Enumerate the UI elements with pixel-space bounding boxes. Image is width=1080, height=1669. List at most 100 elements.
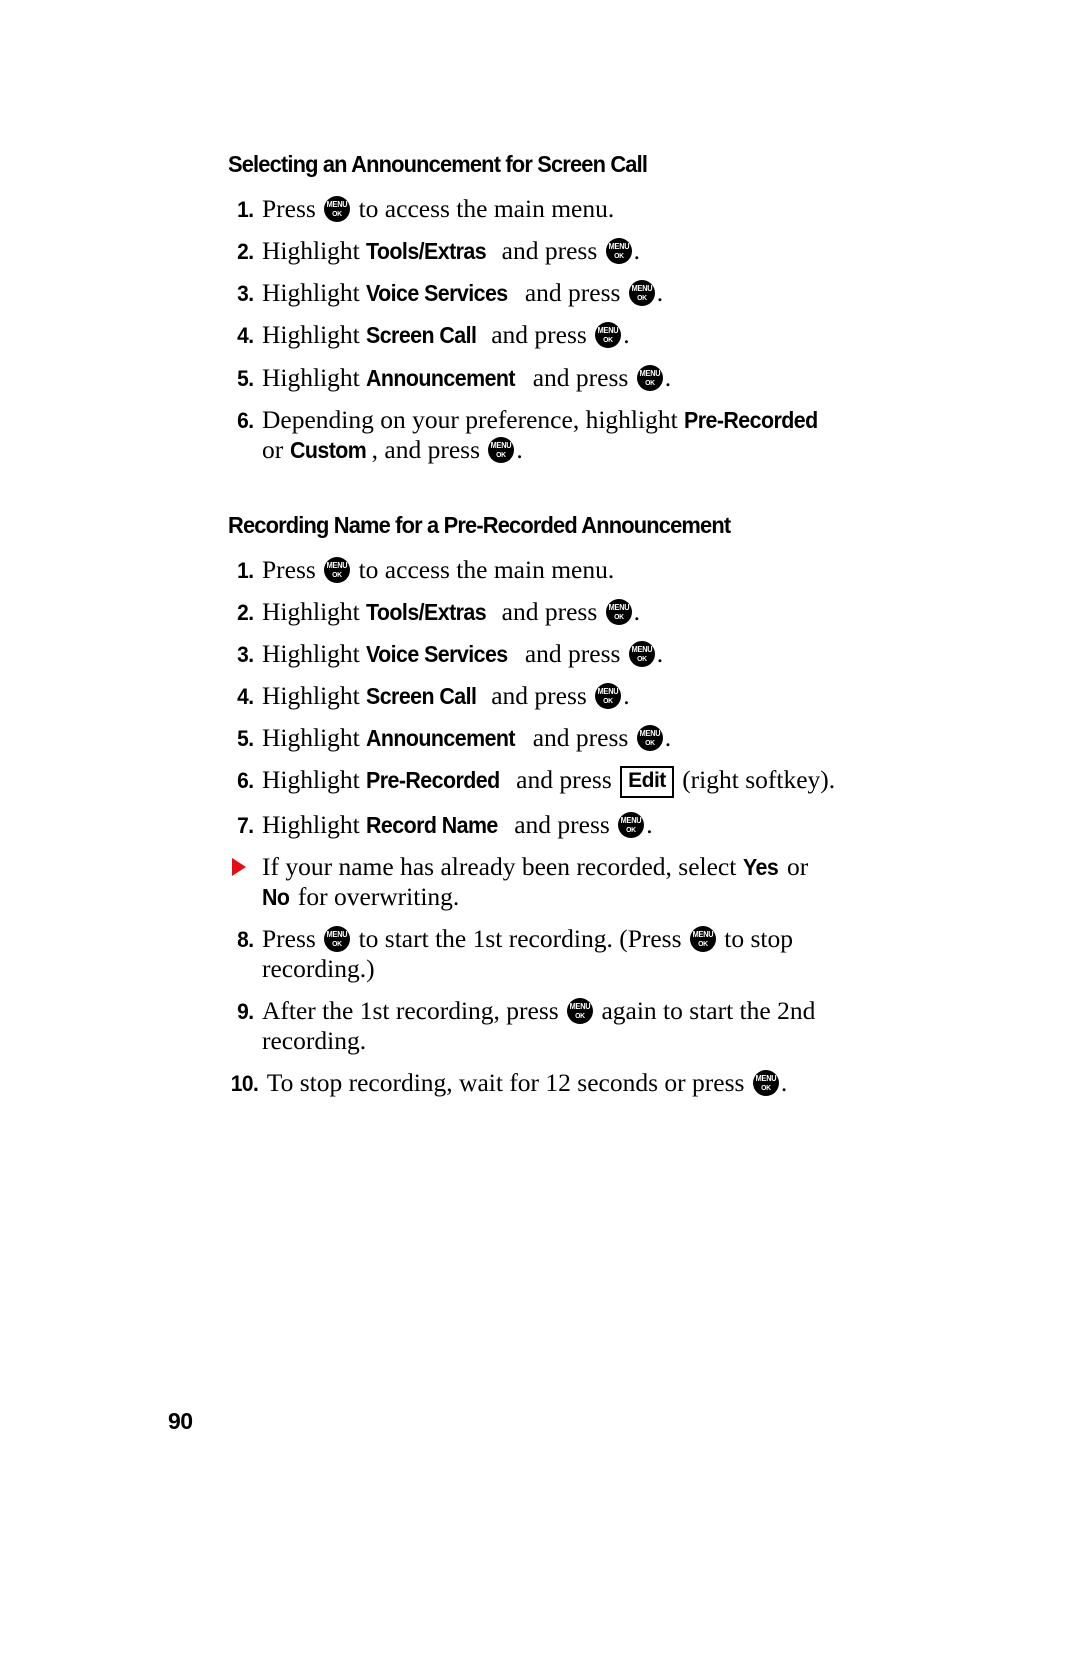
- step-text: .: [656, 278, 664, 308]
- menu-ok-key-label-top: MENU: [631, 284, 653, 294]
- menu-ok-key-label-top: MENU: [491, 440, 512, 450]
- menu-ok-key-label-top: MENU: [326, 560, 348, 570]
- step-item: 2. Highlight Tools/Extras and press MENU O…: [228, 236, 840, 266]
- step-text: .: [780, 1068, 788, 1098]
- menu-ok-key-icon: MENU OK: [324, 556, 351, 583]
- menu-ok-key-label-top: MENU: [620, 815, 642, 825]
- menu-ok-key-label-bottom: OK: [603, 696, 614, 706]
- menu-ok-key-icon: MENU OK: [567, 997, 594, 1024]
- step-text: .: [646, 809, 653, 839]
- step-text: and press: [495, 597, 604, 626]
- step-body: Highlight Pre-Recorded and press Edit (r…: [262, 765, 840, 798]
- softkey-edit[interactable]: Edit: [620, 766, 674, 798]
- step-text: Highlight: [262, 236, 367, 266]
- step-number: 4.: [237, 684, 254, 710]
- ui-term: Tools/Extras: [366, 238, 487, 265]
- ui-term: Voice Services: [366, 280, 508, 307]
- menu-ok-key-icon: MENU OK: [595, 322, 622, 349]
- ui-term: Yes: [742, 853, 779, 880]
- step-number: 6.: [237, 407, 254, 433]
- step-text: Highlight: [262, 597, 367, 626]
- step-item: 8. Press MENU OK to start the 1st recordin…: [228, 924, 840, 984]
- menu-ok-key-label-bottom: OK: [644, 738, 655, 748]
- step-text: to access the main menu.: [352, 194, 615, 224]
- menu-ok-key-icon: MENU OK: [595, 683, 622, 710]
- section-heading: Recording Name for a Pre-Recorded Announ…: [228, 511, 731, 538]
- menu-ok-key-icon: MENU OK: [752, 1070, 779, 1097]
- note-item: If your name has already been recorded, …: [228, 852, 840, 912]
- step-number: 3.: [237, 642, 254, 668]
- menu-ok-key-label-bottom: OK: [760, 1083, 771, 1093]
- step-body: Press MENU OK to start the 1st recording.…: [262, 924, 840, 984]
- page-content: Selecting an Announcement for Screen Cal…: [228, 150, 840, 1098]
- section-heading: Selecting an Announcement for Screen Cal…: [228, 151, 648, 177]
- step-text: and press: [526, 362, 635, 392]
- menu-ok-key-label-top: MENU: [639, 368, 661, 378]
- step-text: and press: [495, 236, 604, 266]
- step-body: Press MENU OK to access the main menu.: [262, 555, 840, 585]
- step-body: Highlight Screen Call and press MENU OK.: [262, 320, 840, 350]
- step-text: Highlight: [262, 362, 367, 392]
- step-body: Press MENU OK to access the main menu.: [262, 194, 840, 224]
- menu-ok-key-label-top: MENU: [639, 729, 661, 739]
- step-text: or: [262, 434, 290, 464]
- step-text: After the 1st recording, press: [262, 995, 566, 1025]
- menu-ok-key-label-top: MENU: [326, 929, 348, 939]
- menu-ok-key-label-bottom: OK: [613, 612, 624, 621]
- step-text: Highlight: [262, 681, 367, 711]
- step-item: 1. Press MENU OK to access the main menu.: [228, 194, 840, 224]
- step-item: 7. Highlight Record Name and press MENU OK…: [228, 810, 840, 840]
- menu-ok-key-icon: MENU OK: [605, 238, 632, 265]
- step-text: , and press: [371, 434, 487, 464]
- step-item: 3. Highlight Voice Services and press MEN…: [228, 639, 840, 669]
- step-text: .: [623, 681, 630, 711]
- step-item: 4. Highlight Screen Call and press MENU OK…: [228, 681, 840, 711]
- menu-ok-key-label-top: MENU: [755, 1074, 777, 1084]
- menu-ok-key-icon: MENU OK: [488, 436, 515, 463]
- step-text: and press: [518, 639, 627, 669]
- manual-page: Selecting an Announcement for Screen Cal…: [0, 0, 1080, 1669]
- step-text: Press: [262, 194, 323, 224]
- step-text: (right softkey).: [675, 765, 836, 795]
- menu-ok-key-label-bottom: OK: [644, 377, 655, 387]
- step-item: 5. Highlight Announcement and press MENU O…: [228, 723, 840, 753]
- step-item: 5. Highlight Announcement and press MENU O…: [228, 363, 840, 393]
- menu-ok-key-label-bottom: OK: [603, 335, 614, 345]
- step-body: Highlight Voice Services and press MENU O…: [262, 278, 840, 308]
- step-text: .: [656, 639, 664, 669]
- step-number: 5.: [237, 726, 254, 752]
- menu-ok-key-icon: MENU OK: [324, 925, 351, 952]
- menu-ok-key-label-top: MENU: [608, 242, 629, 252]
- step-text: .: [664, 362, 672, 392]
- step-text: .: [664, 723, 672, 753]
- step-body: If your name has already been recorded, …: [262, 852, 840, 912]
- step-text: to start the 1st recording. (Press: [352, 923, 688, 953]
- ui-term: Voice Services: [366, 641, 508, 668]
- step-item: 10. To stop recording, wait for 12 second…: [228, 1068, 840, 1098]
- step-text: If your name has already been recorded, …: [262, 851, 743, 881]
- ui-term: Screen Call: [366, 683, 477, 710]
- note-triangle-icon: [228, 852, 262, 879]
- ui-term: No: [262, 883, 290, 910]
- step-body: Depending on your preference, highlight …: [262, 405, 840, 465]
- step-text: or: [780, 851, 809, 881]
- step-text: Press: [262, 923, 323, 953]
- menu-ok-key-label-bottom: OK: [626, 824, 637, 834]
- menu-ok-key-label-bottom: OK: [332, 569, 343, 579]
- step-body: After the 1st recording, press MENU OK ag…: [262, 996, 840, 1056]
- step-text: Press: [262, 554, 323, 584]
- step-number: 7.: [237, 812, 254, 838]
- step-number: 8.: [237, 926, 254, 952]
- ui-term: Pre-Recorded: [366, 767, 500, 794]
- step-text: .: [623, 320, 630, 350]
- step-number: 1.: [237, 197, 254, 223]
- step-body: Highlight Record Name and press MENU OK.: [262, 810, 840, 840]
- step-number: 5.: [237, 365, 254, 391]
- step-number: 3.: [237, 281, 254, 307]
- menu-ok-key-label-top: MENU: [569, 1001, 591, 1011]
- ui-term: Custom: [289, 436, 367, 463]
- ui-term: Announcement: [366, 364, 516, 391]
- menu-ok-key-label-bottom: OK: [698, 938, 708, 948]
- step-number: 2.: [237, 239, 254, 265]
- menu-ok-key-label-bottom: OK: [636, 293, 647, 303]
